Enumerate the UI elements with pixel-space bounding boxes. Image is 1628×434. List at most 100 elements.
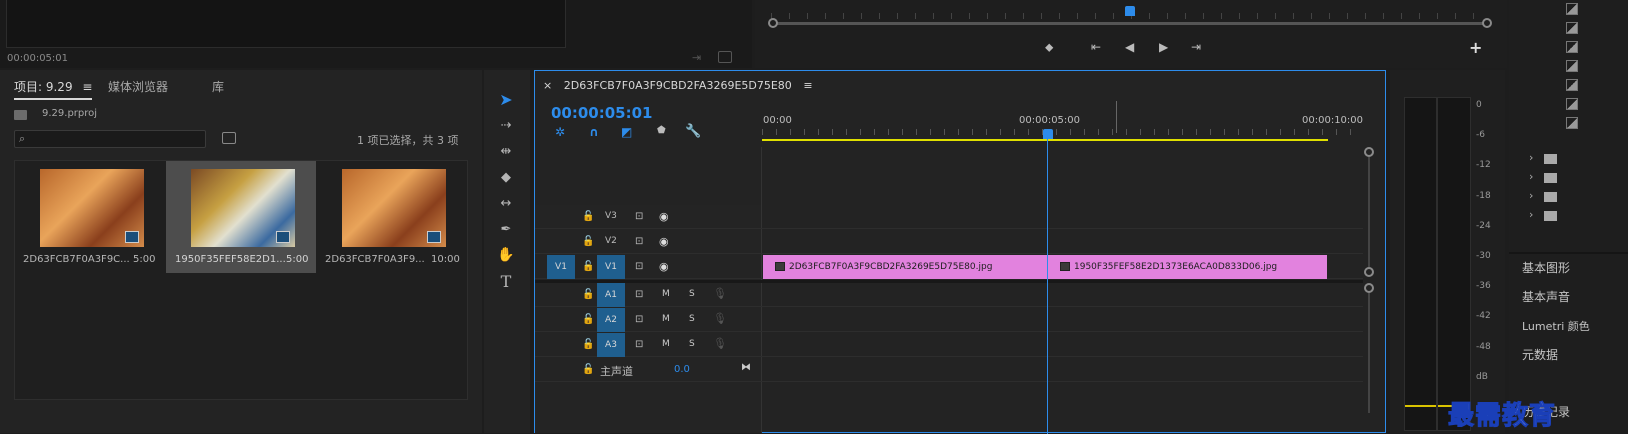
lock-icon[interactable]: 🔓 <box>582 364 594 375</box>
solo-button[interactable]: S <box>689 339 695 349</box>
tab-project-label: 项目: 9.29 <box>14 80 73 94</box>
sync-lock-icon[interactable]: ⊡ <box>635 236 643 247</box>
project-item[interactable]: 2D63FCB7F0A3F9C... 5:00 <box>15 161 165 273</box>
solo-button[interactable]: S <box>689 314 695 324</box>
folder-row[interactable]: › <box>1509 151 1628 169</box>
eye-icon[interactable]: ◉ <box>659 235 669 248</box>
timeline-clip[interactable]: 1950F35FEF58E2D1373E6ACA0D833D06.jpg <box>1047 255 1327 279</box>
track-target-v1[interactable]: V1 <box>597 255 625 279</box>
panel-metadata[interactable]: 元数据 <box>1522 346 1558 363</box>
voiceover-mic-icon[interactable]: 🎙 <box>713 337 727 350</box>
preset-row[interactable] <box>1509 38 1628 56</box>
lock-icon[interactable]: 🔓 <box>582 314 594 325</box>
preset-row[interactable] <box>1509 57 1628 75</box>
preset-row[interactable] <box>1509 0 1628 18</box>
sync-lock-icon[interactable]: ⊡ <box>635 211 643 222</box>
tab-project[interactable]: 项目: 9.29 ≡ <box>14 78 93 100</box>
audio-v-scroll-top[interactable] <box>1364 283 1374 293</box>
sync-lock-icon[interactable]: ⊡ <box>635 314 643 325</box>
sync-lock-icon[interactable]: ⊡ <box>635 339 643 350</box>
tab-media-browser[interactable]: 媒体浏览器 <box>108 78 168 95</box>
selection-tool-icon[interactable]: ➤ <box>494 87 518 111</box>
nest-icon[interactable]: ◩ <box>621 125 632 139</box>
voiceover-mic-icon[interactable]: 🎙 <box>713 312 727 325</box>
panel-essential-sound[interactable]: 基本声音 <box>1522 288 1570 305</box>
track-v1: V1 🔓 V1 ⊡ ◉ 2D63FCB7F0A3F9CBD2FA3269E5D7… <box>535 255 1363 279</box>
project-search-input[interactable]: ⌕ <box>14 130 206 148</box>
add-marker-icon[interactable]: ⬥ <box>1045 40 1065 56</box>
linked-selection-icon[interactable]: ∩ <box>589 125 599 139</box>
pen-tool-icon[interactable]: ✒ <box>494 217 518 241</box>
project-item-selected[interactable]: 1950F35FEF58E2D1... 5:00 <box>166 161 316 273</box>
go-to-end-icon[interactable]: ⧓ <box>741 362 751 373</box>
sequence-tab[interactable]: × 2D63FCB7F0A3F9CBD2FA3269E5D75E80 ≡ <box>543 79 813 92</box>
lock-icon[interactable]: 🔓 <box>582 289 594 300</box>
panel-essential-graphics[interactable]: 基本图形 <box>1522 259 1570 276</box>
slip-tool-icon[interactable]: ↔ <box>494 191 518 215</box>
solo-button[interactable]: S <box>689 289 695 299</box>
source-patch-v1[interactable]: V1 <box>547 255 575 279</box>
timeline-v-scroll-top[interactable] <box>1364 147 1374 157</box>
close-icon[interactable]: × <box>543 79 552 92</box>
scrub-end-handle[interactable] <box>1482 18 1492 28</box>
mute-button[interactable]: M <box>662 339 670 349</box>
type-tool-icon[interactable]: T <box>494 269 518 293</box>
step-back-icon[interactable]: ◀ <box>1125 40 1134 54</box>
snap-icon[interactable]: ✲ <box>555 125 565 139</box>
lock-icon[interactable]: 🔓 <box>582 211 594 222</box>
preset-row[interactable] <box>1509 95 1628 113</box>
sync-lock-icon[interactable]: ⊡ <box>635 289 643 300</box>
ripple-edit-tool-icon[interactable]: ⇹ <box>494 139 518 163</box>
track-target-a3[interactable]: A3 <box>597 333 625 357</box>
mute-button[interactable]: M <box>662 289 670 299</box>
preset-row[interactable] <box>1509 76 1628 94</box>
button-editor-plus-icon[interactable]: + <box>1469 38 1482 57</box>
project-menu-icon[interactable]: ≡ <box>82 80 92 94</box>
add-marker-icon[interactable]: ⬟ <box>657 125 666 136</box>
time-ruler[interactable]: 00:00 00:00:05:00 00:00:10:00 <box>762 101 1363 143</box>
razor-tool-icon[interactable]: ◆ <box>494 165 518 189</box>
track-target-a2[interactable]: A2 <box>597 308 625 332</box>
insert-icon[interactable]: ⇥ <box>692 51 706 64</box>
mute-button[interactable]: M <box>662 314 670 324</box>
program-playhead[interactable] <box>1125 6 1135 16</box>
timeline-v-scroll-track[interactable] <box>1368 157 1370 267</box>
project-item[interactable]: 2D63FCB7F0A3F9... 10:00 <box>317 161 467 273</box>
folder-row[interactable]: › <box>1509 170 1628 188</box>
work-area-bar[interactable] <box>762 139 1328 141</box>
audio-v-scroll-track[interactable] <box>1368 293 1370 413</box>
hand-tool-icon[interactable]: ✋ <box>494 243 518 267</box>
export-frame-icon[interactable] <box>718 51 732 63</box>
lock-icon[interactable]: 🔓 <box>582 261 594 272</box>
track-select-tool-icon[interactable]: ⇢ <box>494 113 518 137</box>
step-forward-icon[interactable]: ▶ <box>1159 40 1168 54</box>
new-search-bin-icon[interactable] <box>222 132 236 144</box>
lock-icon[interactable]: 🔓 <box>582 236 594 247</box>
eye-icon[interactable]: ◉ <box>659 210 669 223</box>
voiceover-mic-icon[interactable]: 🎙 <box>713 287 727 300</box>
preset-icon <box>1566 22 1578 34</box>
playhead-handle[interactable] <box>1043 129 1053 139</box>
tab-library[interactable]: 库 <box>212 78 224 95</box>
timeline-clip[interactable]: 2D63FCB7F0A3F9CBD2FA3269E5D75E80.jpg <box>763 255 1047 279</box>
timeline-settings-icon[interactable]: 🔧 <box>685 124 701 139</box>
eye-icon[interactable]: ◉ <box>659 260 669 273</box>
track-target-a1[interactable]: A1 <box>597 283 625 307</box>
timeline-panel: × 2D63FCB7F0A3F9CBD2FA3269E5D75E80 ≡ 00:… <box>534 70 1386 434</box>
folder-row[interactable]: › <box>1509 208 1628 226</box>
preset-icon <box>1566 117 1578 129</box>
folder-row[interactable]: › <box>1509 189 1628 207</box>
sync-lock-icon[interactable]: ⊡ <box>635 261 643 272</box>
goto-out-icon[interactable]: ⇥ <box>1191 40 1201 54</box>
preset-row[interactable] <box>1509 114 1628 132</box>
preset-row[interactable] <box>1509 19 1628 37</box>
master-volume-value[interactable]: 0.0 <box>674 364 690 375</box>
scrub-start-handle[interactable] <box>768 18 778 28</box>
panel-lumetri-color[interactable]: Lumetri 颜色 <box>1522 318 1590 334</box>
timeline-v-scroll-bottom[interactable] <box>1364 267 1374 277</box>
goto-in-icon[interactable]: ⇤ <box>1091 40 1101 54</box>
program-scrubber[interactable] <box>771 22 1487 25</box>
sequence-timecode[interactable]: 00:00:05:01 <box>551 104 653 122</box>
sequence-menu-icon[interactable]: ≡ <box>803 79 812 92</box>
lock-icon[interactable]: 🔓 <box>582 339 594 350</box>
